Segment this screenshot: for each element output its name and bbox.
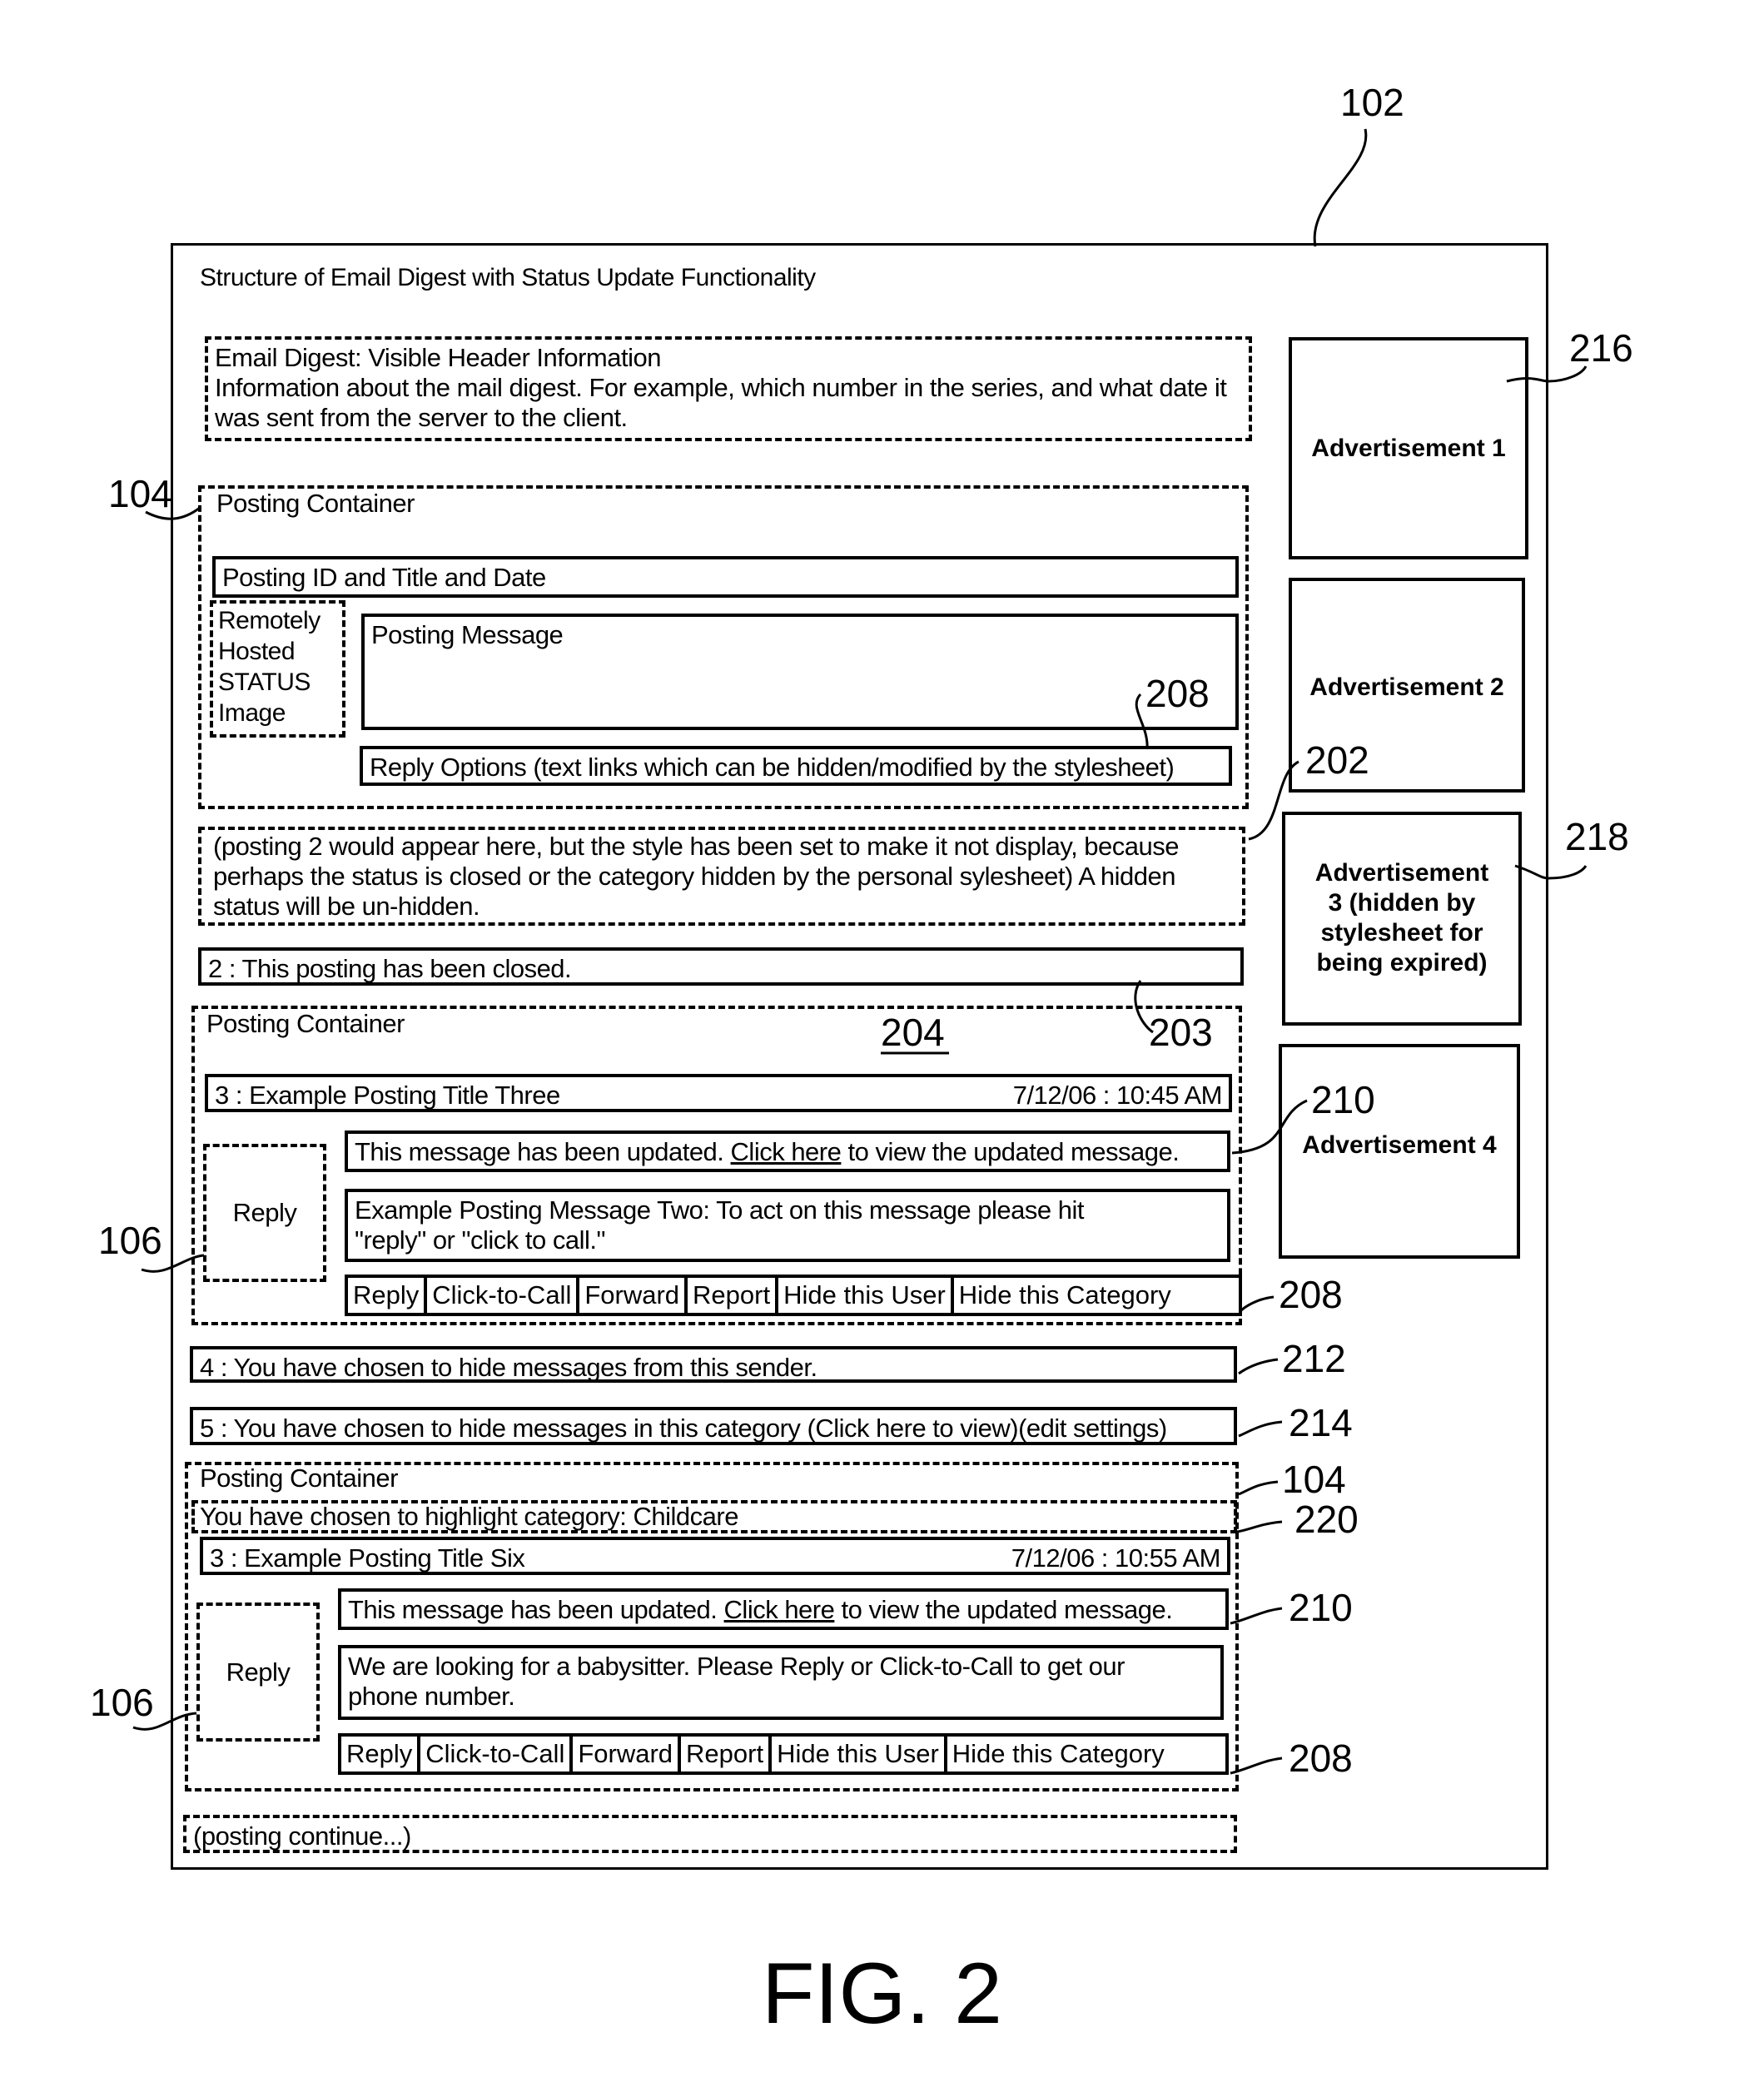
figure-caption: FIG. 2: [762, 1945, 1002, 2042]
posting-3-date: 7/12/06 : 10:55 AM: [1011, 1543, 1221, 1573]
posting-3-actions: Reply Click-to-Call Forward Report Hide …: [338, 1733, 1229, 1775]
posting-3-click-here-link[interactable]: Click here: [724, 1595, 835, 1624]
action-hide-category[interactable]: Hide this Category: [947, 1737, 1225, 1772]
advertisement-2-label: Advertisement 2: [1309, 673, 1504, 701]
update-prefix: This message has been updated.: [348, 1595, 718, 1624]
highlight-category-bar: You have chosen to highlight category: C…: [191, 1500, 1237, 1533]
action-forward[interactable]: Forward: [579, 1278, 688, 1313]
ref-102: 102: [1340, 81, 1404, 124]
posting-closed-notice: 2 : This posting has been closed.: [198, 947, 1244, 986]
update-prefix: This message has been updated.: [355, 1137, 724, 1166]
posting-message-box: Posting Message: [361, 614, 1239, 730]
action-forward[interactable]: Forward: [573, 1737, 682, 1772]
reply-options-box[interactable]: Reply Options (text links which can be h…: [360, 746, 1232, 786]
figure-title: Structure of Email Digest with Status Up…: [200, 264, 816, 291]
posting-container-1-label: Posting Container: [216, 489, 415, 518]
posting-2-date: 7/12/06 : 10:45 AM: [1012, 1081, 1223, 1110]
digest-header-box: Email Digest: Visible Header Information…: [205, 336, 1252, 441]
posting-2-update-notice: This message has been updated. Click her…: [345, 1130, 1230, 1172]
postings-continue-note: (posting continue...): [183, 1815, 1237, 1853]
posting-2-reply-button[interactable]: Reply: [203, 1144, 326, 1282]
posting-3-message: We are looking for a babysitter. Please …: [338, 1645, 1224, 1720]
advertisement-4[interactable]: Advertisement 4: [1279, 1044, 1520, 1259]
posting-2-reply-label: Reply: [232, 1198, 297, 1227]
action-click-to-call[interactable]: Click-to-Call: [427, 1278, 580, 1313]
action-reply[interactable]: Reply: [348, 1278, 428, 1313]
action-hide-user[interactable]: Hide this User: [778, 1278, 954, 1313]
posting-3-title: 3 : Example Posting Title Six: [210, 1543, 525, 1573]
action-hide-category[interactable]: Hide this Category: [954, 1278, 1239, 1313]
posting-2-actions: Reply Click-to-Call Forward Report Hide …: [345, 1275, 1242, 1316]
posting-2-title-bar: 3 : Example Posting Title Three 7/12/06 …: [205, 1074, 1232, 1112]
hidden-category-notice[interactable]: 5 : You have chosen to hide messages in …: [190, 1407, 1237, 1445]
hidden-posting-note: (posting 2 would appear here, but the st…: [198, 827, 1245, 926]
ref-216: 216: [1569, 326, 1633, 370]
ref-106-1: 106: [98, 1219, 162, 1262]
ref-106-2: 106: [90, 1681, 154, 1724]
posting-3-title-bar: 3 : Example Posting Title Six 7/12/06 : …: [200, 1537, 1230, 1575]
advertisement-3-label: Advertisement 3 (hidden by stylesheet fo…: [1314, 859, 1489, 976]
hidden-sender-notice: 4 : You have chosen to hide messages fro…: [190, 1346, 1237, 1383]
advertisement-3[interactable]: Advertisement 3 (hidden by stylesheet fo…: [1282, 812, 1522, 1026]
advertisement-1-label: Advertisement 1: [1311, 435, 1506, 462]
action-report[interactable]: Report: [681, 1737, 773, 1772]
posting-3-update-notice: This message has been updated. Click her…: [338, 1588, 1229, 1630]
advertisement-1[interactable]: Advertisement 1: [1289, 337, 1528, 559]
posting-2-message: Example Posting Message Two: To act on t…: [345, 1189, 1230, 1262]
action-hide-user[interactable]: Hide this User: [772, 1737, 947, 1772]
posting-3-reply-button[interactable]: Reply: [196, 1603, 320, 1742]
posting-2-click-here-link[interactable]: Click here: [731, 1137, 842, 1166]
posting-id-title-date: Posting ID and Title and Date: [212, 556, 1239, 598]
ref-104-top: 104: [108, 472, 172, 515]
action-report[interactable]: Report: [688, 1278, 779, 1313]
update-suffix: to view the updated message.: [847, 1137, 1180, 1166]
action-click-to-call[interactable]: Click-to-Call: [420, 1737, 574, 1772]
update-suffix: to view the updated message.: [841, 1595, 1173, 1624]
digest-header-title: Email Digest: Visible Header Information: [215, 343, 661, 372]
action-reply[interactable]: Reply: [341, 1737, 421, 1772]
status-image: Remotely Hosted STATUS Image: [210, 600, 345, 738]
ref-218: 218: [1565, 815, 1629, 858]
posting-2-title: 3 : Example Posting Title Three: [215, 1081, 560, 1110]
advertisement-4-label: Advertisement 4: [1302, 1131, 1497, 1159]
posting-3-reply-label: Reply: [226, 1657, 291, 1687]
advertisement-2[interactable]: Advertisement 2: [1289, 578, 1525, 793]
posting-container-3-label: Posting Container: [200, 1463, 398, 1493]
digest-header-body: Information about the mail digest. For e…: [215, 373, 1227, 432]
leader-102: [1313, 128, 1368, 247]
posting-container-2-label: Posting Container: [206, 1009, 405, 1038]
